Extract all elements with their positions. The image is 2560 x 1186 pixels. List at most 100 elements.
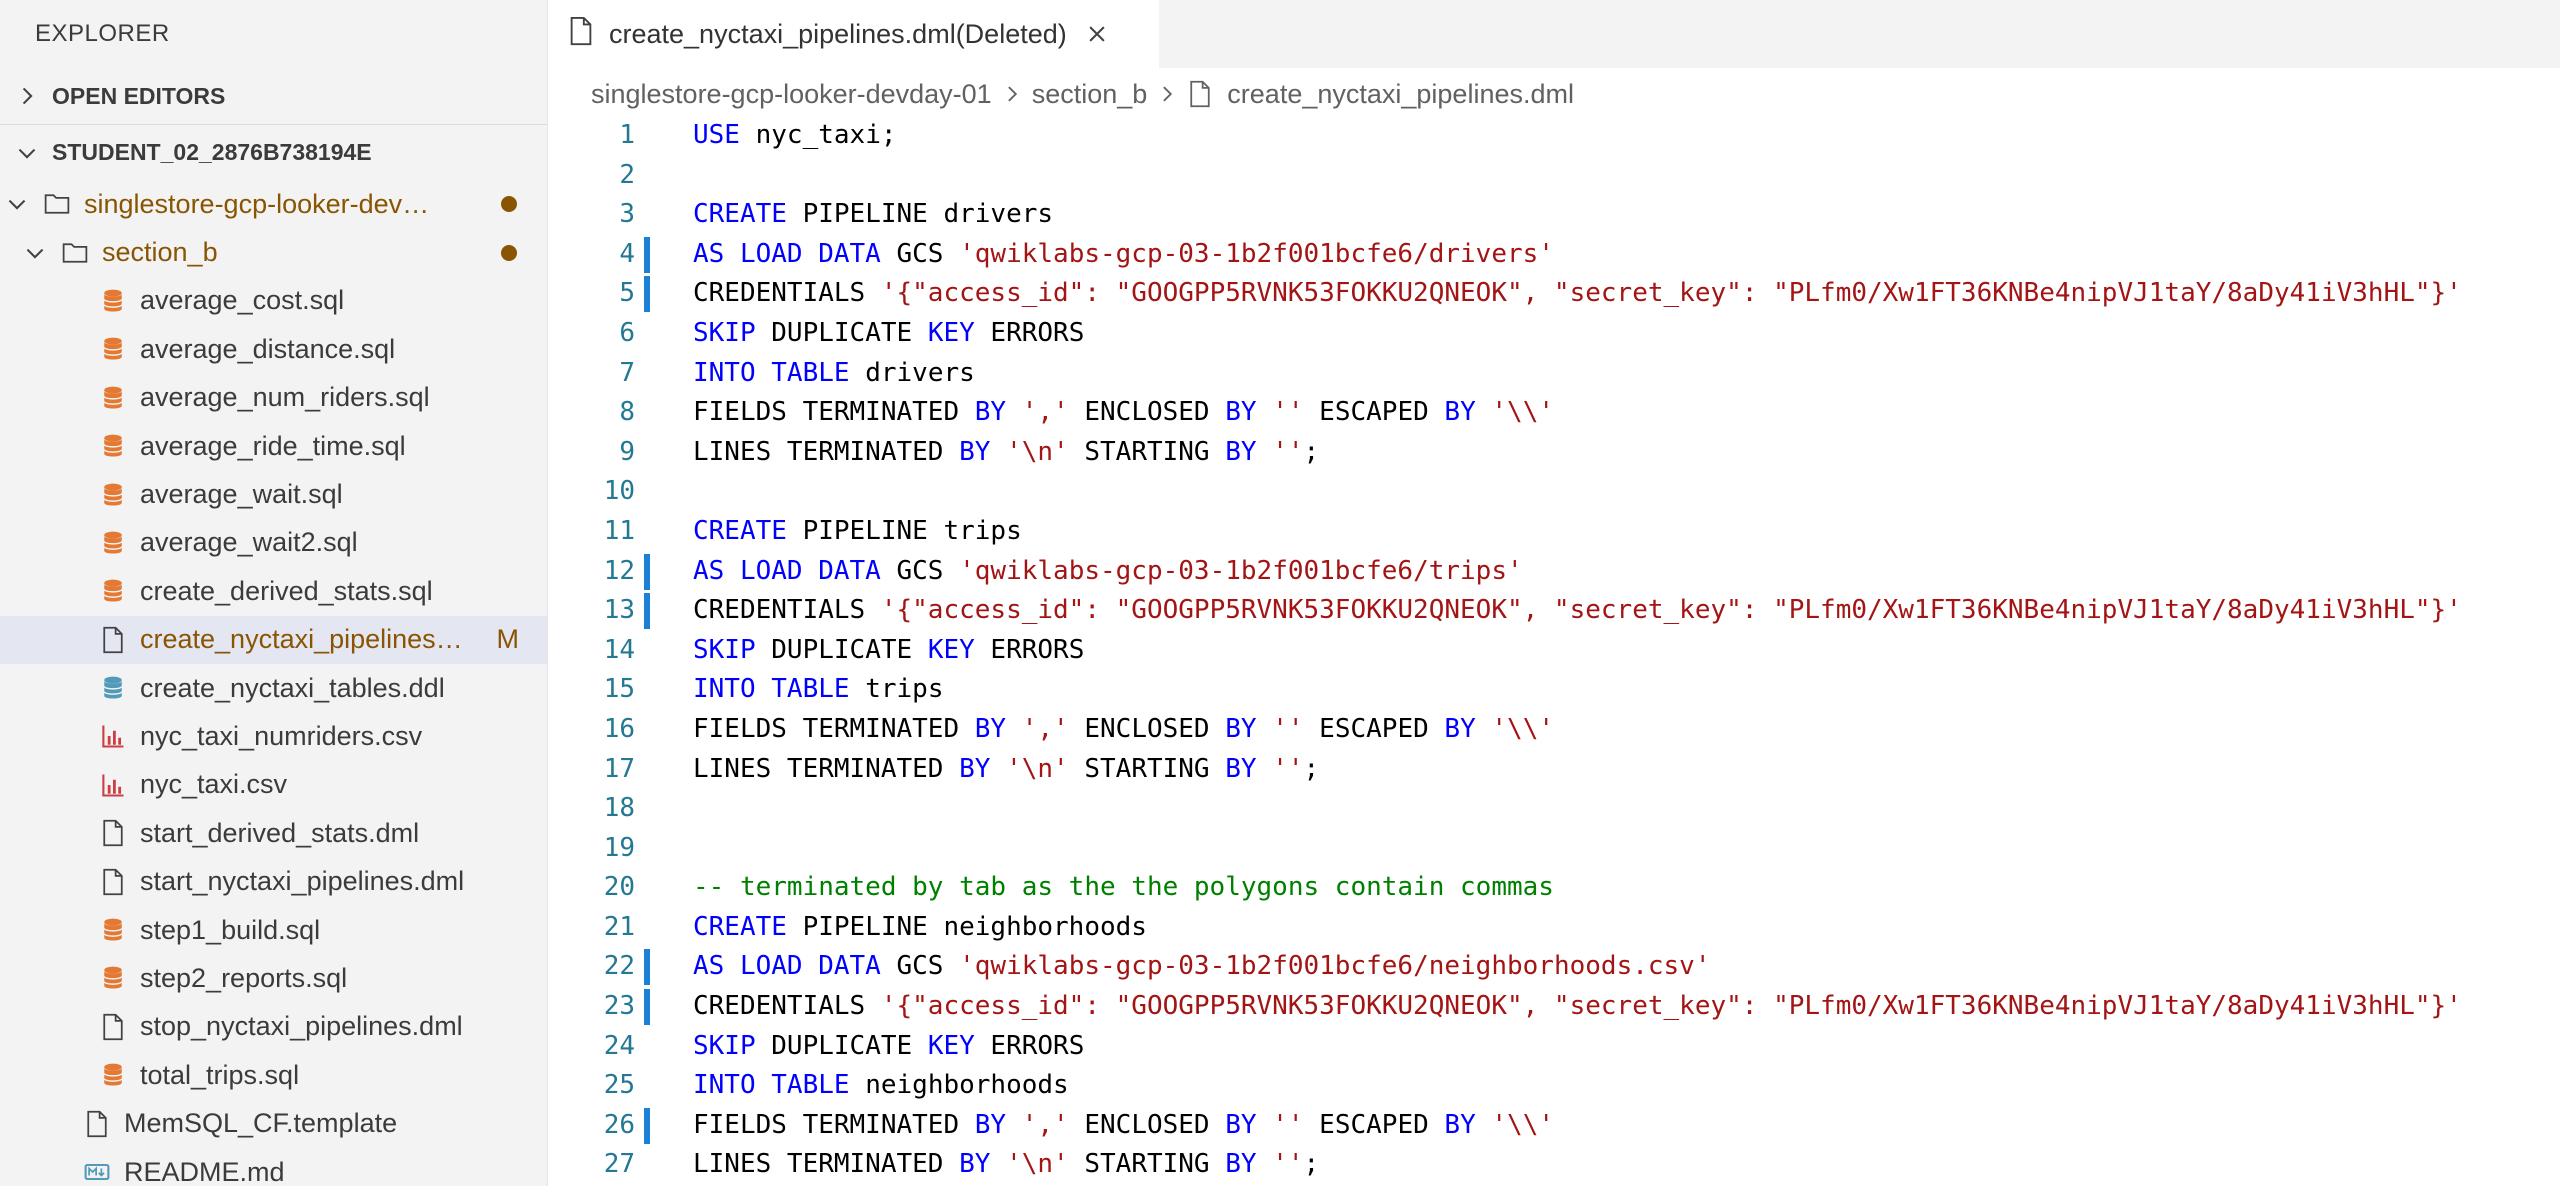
code-line[interactable]: 23 CREDENTIALS '{"access_id": "GOOGPP5RVN… xyxy=(549,987,2560,1027)
code-line[interactable]: 12 AS LOAD DATA GCS 'qwiklabs-gcp-03-1b2f… xyxy=(549,552,2560,592)
code-line[interactable]: 17 LINES TERMINATED BY '\n' STARTING BY '… xyxy=(549,750,2560,790)
tree-file[interactable]: average_num_riders.sql xyxy=(0,374,547,422)
code-line[interactable]: 20 -- terminated by tab as the the polygo… xyxy=(549,868,2560,908)
code-line[interactable]: 5 CREDENTIALS '{"access_id": "GOOGPP5RVNK… xyxy=(549,274,2560,314)
code-token: STARTING xyxy=(1068,436,1226,467)
workspace-section[interactable]: STUDENT_02_2876B738194E xyxy=(0,124,547,180)
code-line[interactable]: 24 SKIP DUPLICATE KEY ERRORS xyxy=(549,1027,2560,1067)
code-token: AS LOAD DATA xyxy=(693,238,881,269)
tree-file[interactable]: average_cost.sql xyxy=(0,277,547,325)
breadcrumb-item-file[interactable]: create_nyctaxi_pipelines.dml xyxy=(1187,79,1574,110)
code-line[interactable]: 11 CREATE PIPELINE trips xyxy=(549,512,2560,552)
tab-active-file[interactable]: create_nyctaxi_pipelines.dml(Deleted) xyxy=(549,0,1159,68)
tree-file[interactable]: create_derived_stats.sql xyxy=(0,567,547,615)
tree-file[interactable]: average_ride_time.sql xyxy=(0,422,547,470)
tree-item-label: MemSQL_CF.template xyxy=(124,1108,398,1139)
tree-file[interactable]: stop_nyctaxi_pipelines.dml xyxy=(0,1003,547,1051)
tree-file[interactable]: average_distance.sql xyxy=(0,325,547,373)
tree-file[interactable]: MemSQL_CF.template xyxy=(0,1099,547,1147)
code-line[interactable]: 22 AS LOAD DATA GCS 'qwiklabs-gcp-03-1b2f… xyxy=(549,947,2560,987)
code-line[interactable]: 14 SKIP DUPLICATE KEY ERRORS xyxy=(549,631,2560,671)
file-icon xyxy=(98,818,128,848)
code-token: BY xyxy=(1225,1109,1257,1140)
modified-badge: M xyxy=(496,624,520,655)
code-line[interactable]: 3 CREATE PIPELINE drivers xyxy=(549,195,2560,235)
tree-item-label: total_trips.sql xyxy=(140,1059,300,1090)
code-line[interactable]: 4 AS LOAD DATA GCS 'qwiklabs-gcp-03-1b2f0… xyxy=(549,235,2560,275)
code-line[interactable]: 15 INTO TABLE trips xyxy=(549,670,2560,710)
tree-item-label: step1_build.sql xyxy=(140,914,321,945)
code-line[interactable]: 6 SKIP DUPLICATE KEY ERRORS xyxy=(549,314,2560,354)
code-token: FIELDS TERMINATED xyxy=(693,1109,975,1140)
breadcrumb-item-subfolder[interactable]: section_b xyxy=(1032,79,1148,110)
tree-file[interactable]: average_wait2.sql xyxy=(0,519,547,567)
code-token: BY xyxy=(1225,1149,1257,1180)
tree-file[interactable]: create_nyctaxi_pipelines… M xyxy=(0,615,547,664)
tree-file[interactable]: total_trips.sql xyxy=(0,1051,547,1099)
line-number: 21 xyxy=(603,911,635,942)
code-line[interactable]: 2 xyxy=(549,156,2560,196)
tree-file[interactable]: create_nyctaxi_tables.ddl xyxy=(0,664,547,712)
code-editor[interactable]: 1 USE nyc_taxi; 2 3 CREATE PIPELINE drivers 4… xyxy=(549,116,2560,1185)
breadcrumb-item-folder[interactable]: singlestore-gcp-looker-devday-01 xyxy=(591,79,992,110)
code-token: KEY xyxy=(927,1030,975,1061)
code-line[interactable]: 26 FIELDS TERMINATED BY ',' ENCLOSED BY '… xyxy=(549,1106,2560,1146)
code-line[interactable]: 8 FIELDS TERMINATED BY ',' ENCLOSED BY ''… xyxy=(549,393,2560,433)
tree-file[interactable]: nyc_taxi_numriders.csv xyxy=(0,712,547,760)
code-line[interactable]: 25 INTO TABLE neighborhoods xyxy=(549,1066,2560,1106)
tree-file[interactable]: step1_build.sql xyxy=(0,906,547,954)
tree-file[interactable]: nyc_taxi.csv xyxy=(0,761,547,809)
code-token: FIELDS TERMINATED xyxy=(693,397,975,428)
code-text: INTO TABLE trips xyxy=(693,670,943,710)
code-line[interactable]: 19 xyxy=(549,829,2560,869)
code-line[interactable]: 9 LINES TERMINATED BY '\n' STARTING BY ''… xyxy=(549,433,2560,473)
tree-item-label: average_wait2.sql xyxy=(140,527,358,558)
code-token: 'qwiklabs-gcp-03-1b2f001bcfe6/neighborho… xyxy=(959,951,1711,982)
tree-item-label: step2_reports.sql xyxy=(140,962,348,993)
code-line[interactable]: 13 CREDENTIALS '{"access_id": "GOOGPP5RVN… xyxy=(549,591,2560,631)
code-token: '' xyxy=(1272,397,1304,428)
code-line[interactable]: 10 xyxy=(549,472,2560,512)
line-number: 19 xyxy=(603,832,635,863)
line-number: 9 xyxy=(619,436,635,467)
code-text: CREDENTIALS '{"access_id": "GOOGPP5RVNK5… xyxy=(693,274,2462,314)
code-text: FIELDS TERMINATED BY ',' ENCLOSED BY '' … xyxy=(693,393,1554,433)
code-line[interactable]: 16 FIELDS TERMINATED BY ',' ENCLOSED BY '… xyxy=(549,710,2560,750)
line-number: 15 xyxy=(603,674,635,705)
code-line[interactable]: 21 CREATE PIPELINE neighborhoods xyxy=(549,908,2560,948)
tree-file[interactable]: start_derived_stats.dml xyxy=(0,809,547,857)
tree-file[interactable]: average_wait.sql xyxy=(0,470,547,518)
code-line[interactable]: 27 LINES TERMINATED BY '\n' STARTING BY '… xyxy=(549,1145,2560,1185)
code-text: INTO TABLE drivers xyxy=(693,354,975,394)
tree-folder[interactable]: section_b xyxy=(0,228,547,276)
code-line[interactable]: 1 USE nyc_taxi; xyxy=(549,116,2560,156)
code-token: 'qwiklabs-gcp-03-1b2f001bcfe6/trips' xyxy=(959,555,1523,586)
code-token: '' xyxy=(1272,753,1304,784)
code-token: '\n' xyxy=(1006,1149,1069,1180)
tree-file[interactable]: README.md xyxy=(0,1148,547,1186)
folder-icon xyxy=(42,189,72,219)
line-number: 17 xyxy=(603,753,635,784)
code-token: ENCLOSED xyxy=(1068,713,1226,744)
code-line[interactable]: 7 INTO TABLE drivers xyxy=(549,354,2560,394)
code-line[interactable]: 18 xyxy=(549,789,2560,829)
code-text: INTO TABLE neighborhoods xyxy=(693,1066,1069,1106)
chart-icon xyxy=(98,721,128,751)
line-number: 10 xyxy=(603,476,635,507)
open-editors-section[interactable]: OPEN EDITORS xyxy=(0,68,547,124)
tree-file[interactable]: start_nyctaxi_pipelines.dml xyxy=(0,857,547,905)
close-icon[interactable] xyxy=(1083,20,1111,48)
tree-file[interactable]: step2_reports.sql xyxy=(0,954,547,1002)
tree-folder[interactable]: singlestore-gcp-looker-dev… xyxy=(0,180,547,228)
code-token: BY xyxy=(974,713,1007,744)
code-token: ',' xyxy=(1021,713,1069,744)
code-token: CREDENTIALS xyxy=(693,278,881,309)
code-token: BY xyxy=(1225,436,1257,467)
code-token: ; xyxy=(1303,1149,1320,1180)
tree-item-label: start_nyctaxi_pipelines.dml xyxy=(140,866,465,897)
